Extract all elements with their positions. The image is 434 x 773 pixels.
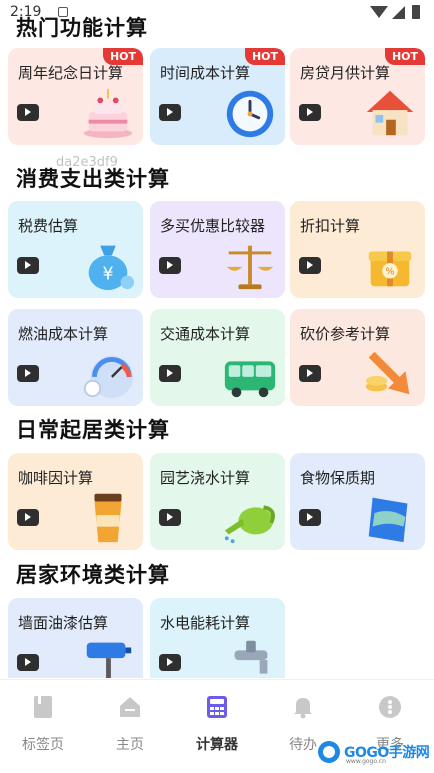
go-arrow-icon[interactable] xyxy=(17,365,39,382)
card-label: 园艺浇水计算 xyxy=(160,469,251,487)
section-title-home-env: 居家环境类计算 xyxy=(16,563,170,587)
coffee-cup-icon xyxy=(94,493,122,543)
hot-badge: HOT xyxy=(385,48,425,65)
calculator-icon xyxy=(207,696,227,718)
paint-roller-icon xyxy=(86,642,132,678)
go-arrow-icon[interactable] xyxy=(299,365,321,382)
card-discount[interactable]: 折扣计算 % xyxy=(290,201,425,298)
brand-subtext: www.gogo.cn xyxy=(346,758,386,765)
go-arrow-icon[interactable] xyxy=(159,104,181,121)
status-time: 2:19 xyxy=(10,4,42,20)
cake-icon xyxy=(83,88,133,139)
go-arrow-icon[interactable] xyxy=(299,104,321,121)
battery-icon xyxy=(412,5,420,19)
card-label: 食物保质期 xyxy=(300,469,376,487)
hot-badge: HOT xyxy=(245,48,285,65)
brand-logo-icon xyxy=(318,741,340,763)
go-arrow-icon[interactable] xyxy=(17,654,39,671)
status-bar: 2:19 xyxy=(0,0,434,24)
card-label: 时间成本计算 xyxy=(160,64,251,82)
bookmark-icon xyxy=(34,696,52,718)
section-title-daily: 日常起居类计算 xyxy=(16,418,170,442)
card-label: 砍价参考计算 xyxy=(300,325,391,343)
scale-icon xyxy=(226,245,274,290)
card-label: 交通成本计算 xyxy=(160,325,251,343)
tab-label: 标签页 xyxy=(22,737,64,753)
watermark-text: da2e3df9 xyxy=(56,155,118,170)
card-utilities[interactable]: 水电能耗计算 xyxy=(150,598,285,678)
card-label: 周年纪念日计算 xyxy=(18,64,124,82)
card-tax[interactable]: 税费估算 ¥ xyxy=(8,201,143,298)
go-arrow-icon[interactable] xyxy=(17,257,39,274)
faucet-icon xyxy=(234,640,268,678)
bus-icon xyxy=(224,361,276,398)
go-arrow-icon[interactable] xyxy=(299,257,321,274)
tab-label: 计算器 xyxy=(196,737,238,753)
hot-badge: HOT xyxy=(103,48,143,65)
wifi-icon xyxy=(370,6,388,18)
card-label: 房贷月供计算 xyxy=(300,64,391,82)
card-transport[interactable]: 交通成本计算 xyxy=(150,309,285,406)
card-label: 燃油成本计算 xyxy=(18,325,109,343)
go-arrow-icon[interactable] xyxy=(159,509,181,526)
main-content: 热门功能计算 周年纪念日计算 HOT 时间成本计算 HOT 房贷月供计算 HOT xyxy=(0,0,434,678)
card-watering[interactable]: 园艺浇水计算 xyxy=(150,453,285,550)
go-arrow-icon[interactable] xyxy=(17,509,39,526)
more-icon xyxy=(379,696,401,718)
card-label: 多买优惠比较器 xyxy=(160,217,266,235)
card-anniversary[interactable]: 周年纪念日计算 HOT xyxy=(8,48,143,145)
svg-text:¥: ¥ xyxy=(102,265,113,285)
watering-can-icon xyxy=(224,505,275,544)
go-arrow-icon[interactable] xyxy=(159,654,181,671)
card-bargain[interactable]: 砍价参考计算 xyxy=(290,309,425,406)
house-icon xyxy=(366,90,414,136)
tab-home[interactable]: 主页 xyxy=(95,694,165,754)
notification-icon xyxy=(58,7,68,17)
tab-label: 主页 xyxy=(116,737,144,753)
card-time-cost[interactable]: 时间成本计算 HOT xyxy=(150,48,285,145)
card-caffeine[interactable]: 咖啡因计算 xyxy=(8,453,143,550)
card-wall-paint[interactable]: 墙面油漆估算 xyxy=(8,598,143,678)
go-arrow-icon[interactable] xyxy=(159,257,181,274)
food-bag-icon xyxy=(368,497,408,543)
go-arrow-icon[interactable] xyxy=(159,365,181,382)
card-food-shelf-life[interactable]: 食物保质期 xyxy=(290,453,425,550)
card-label: 水电能耗计算 xyxy=(160,614,251,632)
card-label: 折扣计算 xyxy=(300,217,361,235)
money-bag-icon: ¥ xyxy=(88,245,135,291)
go-arrow-icon[interactable] xyxy=(17,104,39,121)
discount-gift-icon: % xyxy=(368,251,412,287)
clock-icon xyxy=(226,90,274,138)
card-bulk-compare[interactable]: 多买优惠比较器 xyxy=(150,201,285,298)
card-label: 墙面油漆估算 xyxy=(18,614,109,632)
home-icon xyxy=(120,697,140,717)
tab-calculator[interactable]: 计算器 xyxy=(182,694,252,754)
tab-bookmarks[interactable]: 标签页 xyxy=(8,694,78,754)
fuel-gauge-icon xyxy=(83,355,134,399)
card-fuel[interactable]: 燃油成本计算 xyxy=(8,309,143,406)
signal-icon xyxy=(392,6,405,19)
svg-text:%: % xyxy=(385,267,394,278)
brand-watermark: GOGO手游网 www.gogo.cn xyxy=(318,739,430,765)
card-label: 咖啡因计算 xyxy=(18,469,94,487)
card-mortgage[interactable]: 房贷月供计算 HOT xyxy=(290,48,425,145)
go-arrow-icon[interactable] xyxy=(299,509,321,526)
card-label: 税费估算 xyxy=(18,217,79,235)
coins-arrow-icon xyxy=(365,351,410,395)
bell-icon xyxy=(294,698,312,719)
